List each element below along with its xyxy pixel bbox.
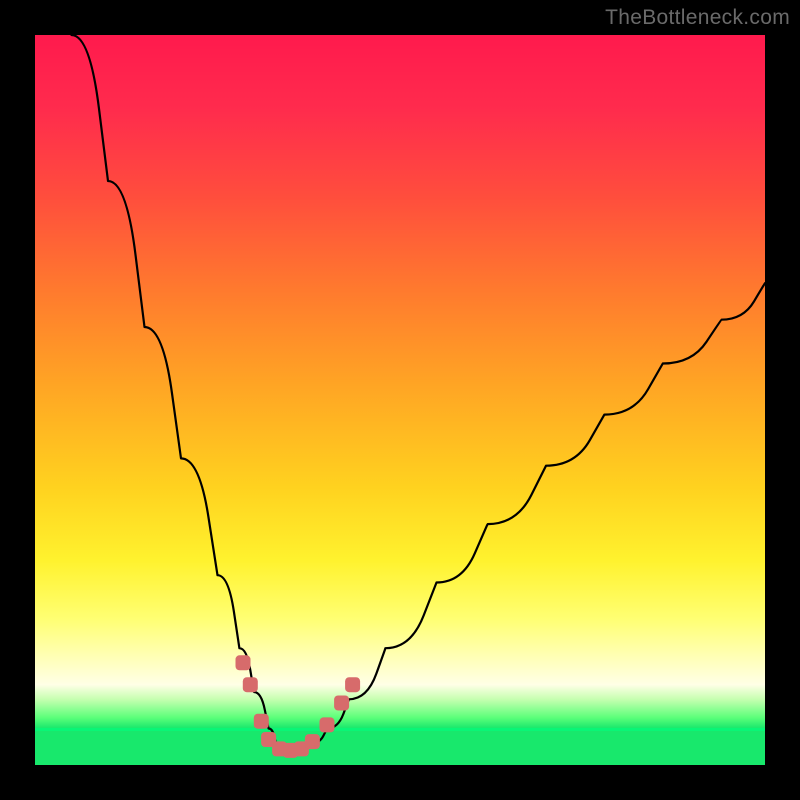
datapoint [320,717,335,732]
datapoints-group [236,655,361,758]
watermark-label: TheBottleneck.com [605,6,790,30]
bottleneck-curve [72,35,766,750]
datapoint [243,677,258,692]
plot-area [35,35,765,765]
datapoint [254,714,269,729]
datapoint [334,696,349,711]
datapoint [305,734,320,749]
chart-frame: TheBottleneck.com [0,0,800,800]
datapoint [236,655,251,670]
bottleneck-curve-svg [35,35,765,765]
datapoint [345,677,360,692]
